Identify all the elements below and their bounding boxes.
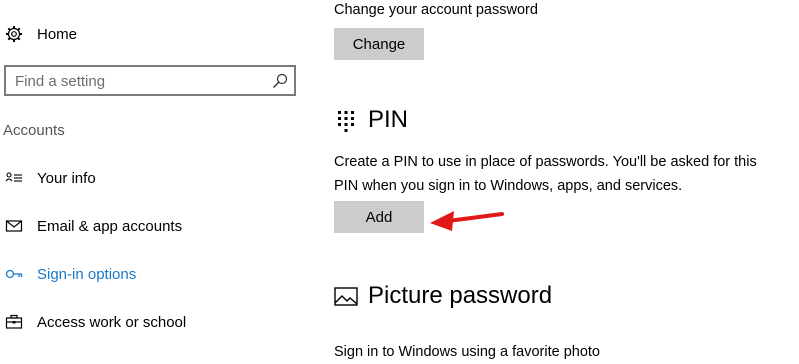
keypad-icon — [338, 111, 354, 132]
mail-icon — [5, 220, 23, 232]
sidebar-item-label: Your info — [37, 169, 96, 187]
sidebar-item-your-info[interactable]: Your info — [0, 158, 310, 198]
gear-icon — [6, 26, 22, 42]
sidebar-item-email-app-accounts[interactable]: Email & app accounts — [0, 206, 310, 246]
sidebar-item-label: Access work or school — [37, 313, 187, 331]
sidebar-item-label: Sign-in options — [37, 265, 137, 283]
search-placeholder[interactable]: Find a setting — [15, 73, 105, 90]
person-card-icon — [5, 172, 22, 182]
password-description: Change your account password — [334, 2, 538, 18]
picture-password-description: Sign in to Windows using a favorite phot… — [334, 344, 600, 360]
sidebar-item-sign-in-options[interactable]: Sign-in options — [0, 254, 310, 294]
change-password-button[interactable]: Change — [334, 28, 424, 60]
home-nav-item[interactable]: Home — [0, 14, 310, 54]
red-arrow-annotation — [430, 211, 504, 231]
pin-description-line1: Create a PIN to use in place of password… — [334, 154, 757, 170]
briefcase-icon — [5, 314, 23, 329]
sidebar-item-access-work-school[interactable]: Access work or school — [0, 302, 310, 342]
picture-icon — [334, 287, 358, 306]
accounts-group-label: Accounts — [3, 122, 65, 139]
pin-description-line2: PIN when you sign in to Windows, apps, a… — [334, 178, 683, 194]
picture-password-section-title: Picture password — [368, 282, 553, 309]
key-icon — [5, 269, 23, 279]
search-box[interactable]: Find a setting — [4, 65, 296, 96]
home-label: Home — [37, 25, 78, 43]
pin-section-title: PIN — [368, 106, 409, 133]
sidebar-item-label: Email & app accounts — [37, 217, 183, 235]
search-icon[interactable] — [272, 73, 288, 89]
add-pin-button[interactable]: Add — [334, 201, 424, 233]
